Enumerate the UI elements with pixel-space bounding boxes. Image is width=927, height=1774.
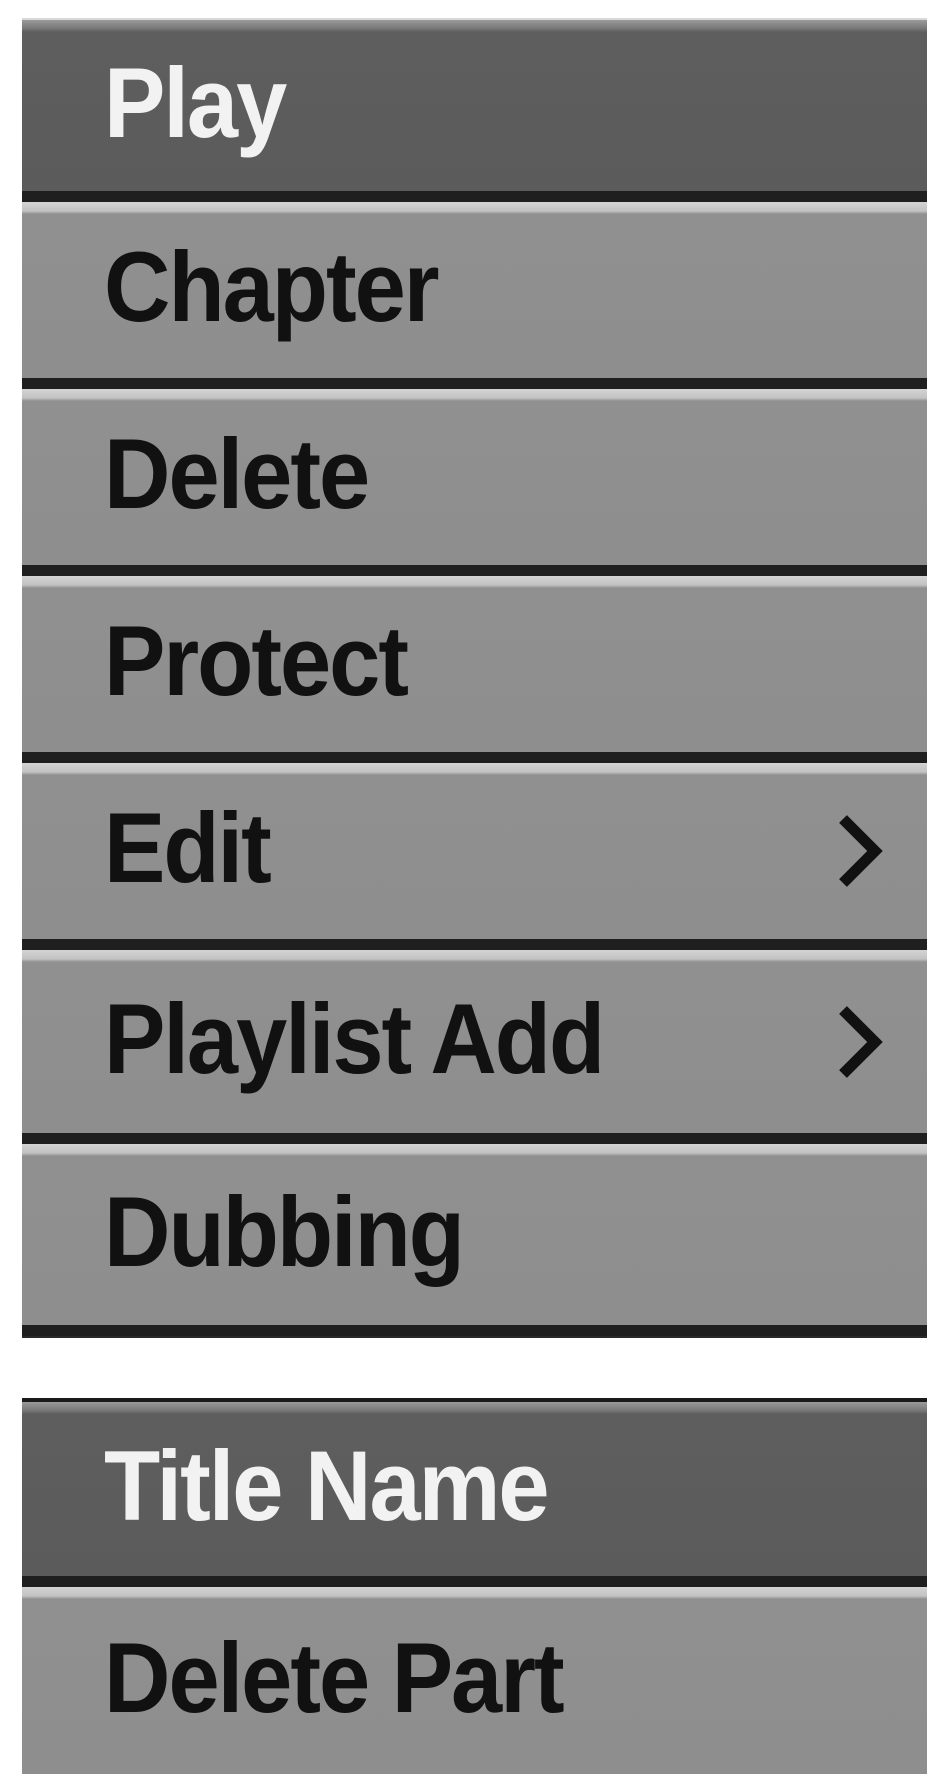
menu-item-delete[interactable]: Delete [22,389,927,576]
menu-item-label: Playlist Add [104,983,605,1094]
menu-item-title-name[interactable]: Title Name [22,1402,927,1587]
main-menu: Play Chapter Delete Protect Edit Playlis… [22,18,927,1338]
menu-item-label: Chapter [104,232,440,343]
edit-submenu: Title Name Delete Part [22,1398,927,1774]
menu-item-dubbing[interactable]: Dubbing [22,1144,927,1336]
chevron-right-icon [835,1002,885,1082]
menu-item-label: Dubbing [104,1176,465,1287]
menu-item-label: Protect [104,606,409,717]
menu-item-chapter[interactable]: Chapter [22,202,927,389]
menu-item-label: Delete Part [104,1622,565,1733]
menu-item-label: Edit [104,793,272,904]
menu-item-play[interactable]: Play [22,20,927,202]
menu-item-label: Delete [104,419,370,530]
menu-item-delete-part[interactable]: Delete Part [22,1587,927,1774]
menu-item-label: Play [104,47,287,158]
menu-item-protect[interactable]: Protect [22,576,927,763]
menu-item-edit[interactable]: Edit [22,763,927,950]
menu-item-playlist-add[interactable]: Playlist Add [22,950,927,1144]
menu-item-label: Title Name [104,1431,550,1542]
chevron-right-icon [835,811,885,891]
